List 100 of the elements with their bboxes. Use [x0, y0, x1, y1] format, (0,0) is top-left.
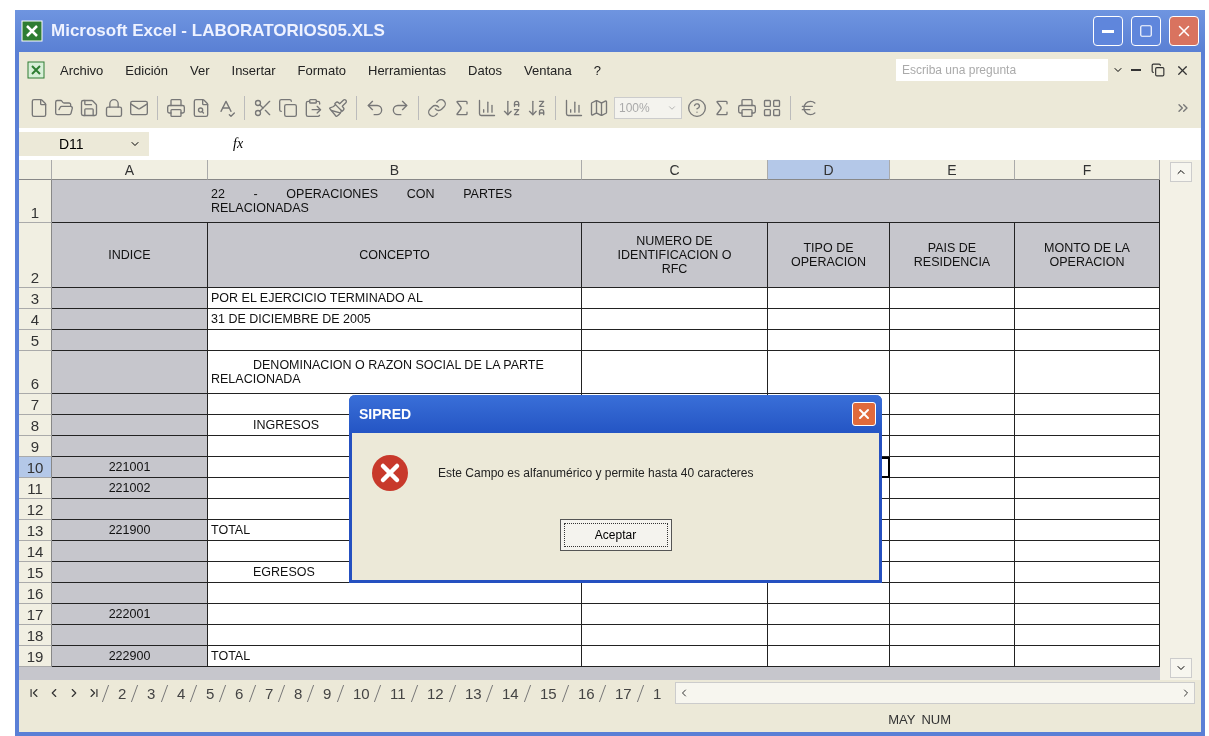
redo-icon[interactable] — [390, 98, 410, 118]
map-icon[interactable] — [589, 98, 609, 118]
table-cell: POR EL EJERCICIO TERMINADO AL — [208, 288, 582, 309]
table-cell: TOTAL — [208, 646, 582, 667]
minimize-button[interactable] — [1128, 69, 1144, 71]
printer-icon[interactable] — [166, 98, 186, 118]
undo-icon[interactable] — [365, 98, 385, 118]
row-header[interactable]: 19 — [19, 646, 52, 667]
row-header[interactable]: 4 — [19, 309, 52, 330]
table-cell: 221001 — [52, 457, 208, 478]
menu-item[interactable]: Ventana — [515, 60, 581, 80]
sheet-tab[interactable]: 7 — [248, 684, 283, 702]
table-cell: 221900 — [52, 520, 208, 541]
sheet-tab[interactable]: 15 — [524, 684, 566, 702]
close-icon — [856, 406, 872, 422]
column-header-cell: TIPO DE OPERACION — [768, 223, 890, 288]
restore-icon — [1151, 63, 1165, 77]
row-header[interactable]: 9 — [19, 436, 52, 457]
column-header[interactable]: B — [208, 160, 582, 180]
accept-button[interactable]: Aceptar — [559, 519, 672, 551]
paintbrush-icon[interactable] — [328, 98, 348, 118]
lock-icon[interactable] — [104, 98, 124, 118]
menu-item[interactable]: ? — [584, 60, 610, 80]
sheet-tab[interactable]: 3 — [131, 684, 165, 702]
question-field[interactable]: Escriba una pregunta — [896, 59, 1108, 81]
printer-icon[interactable] — [737, 98, 757, 118]
maximize-button[interactable] — [1131, 16, 1161, 46]
menu-item[interactable]: Herramientas — [359, 60, 456, 80]
window-title: Microsoft Excel - LABORATORIOS05.XLS — [51, 21, 386, 41]
sort-descending-icon[interactable] — [527, 98, 547, 118]
clipboard-icon[interactable] — [303, 98, 323, 118]
row-header[interactable]: 12 — [19, 499, 52, 520]
sheet-tab[interactable]: 9 — [307, 684, 341, 702]
row-header[interactable]: 18 — [19, 625, 52, 646]
sheet-tab[interactable]: 11 — [374, 684, 416, 702]
row-header[interactable]: 15 — [19, 562, 52, 583]
grid-icon[interactable] — [762, 98, 782, 118]
scroll-up-button[interactable] — [1169, 162, 1192, 182]
row-header[interactable]: 2 — [19, 223, 52, 288]
open-folder-icon[interactable] — [54, 98, 74, 118]
column-header[interactable]: A — [52, 160, 208, 180]
sheet-tab[interactable]: 13 — [448, 684, 491, 702]
app-icon — [21, 20, 43, 42]
sort-ascending-icon[interactable] — [502, 98, 522, 118]
error-icon — [370, 453, 410, 493]
row-header[interactable]: 16 — [19, 583, 52, 604]
column-header-cell: MONTO DE LA OPERACION — [1015, 223, 1160, 288]
vertical-scrollbar[interactable] — [1160, 160, 1201, 680]
save-icon[interactable] — [79, 98, 99, 118]
menu-item[interactable]: Edición — [116, 60, 177, 80]
name-box[interactable]: D11 — [19, 132, 149, 156]
link-icon[interactable] — [427, 98, 447, 118]
sheet-tab[interactable]: 17 — [599, 684, 642, 702]
column-header[interactable]: C — [582, 160, 768, 180]
table-cell: DENOMINACION O RAZON SOCIAL DE LA PARTE RELACIONADA — [208, 351, 582, 394]
chart-icon[interactable] — [477, 98, 497, 118]
row-header[interactable]: 7 — [19, 394, 52, 415]
sheet-tab[interactable]: 6 — [219, 684, 253, 702]
new-document-icon[interactable] — [29, 98, 49, 118]
function-label[interactable]: fx — [233, 136, 244, 152]
row-header[interactable]: 14 — [19, 541, 52, 562]
table-cell: 222900 — [52, 646, 208, 667]
chart-wizard-icon[interactable] — [564, 98, 584, 118]
column-header[interactable]: E — [890, 160, 1015, 180]
file-search-icon[interactable] — [191, 98, 211, 118]
sheet-tab[interactable]: 16 — [561, 684, 604, 702]
horizontal-scrollbar[interactable] — [675, 682, 1195, 704]
menu-item[interactable]: Formato — [288, 60, 355, 80]
status-indicator: NUM — [921, 711, 951, 727]
scroll-down-button[interactable] — [1169, 658, 1192, 678]
table-cell: 221002 — [52, 478, 208, 499]
column-header-cell: NUMERO DE IDENTIFICACION O RFC — [582, 223, 768, 288]
envelope-icon[interactable] — [129, 98, 149, 118]
sheet-tab[interactable]: 4 — [160, 684, 195, 702]
row-header[interactable]: 11 — [19, 478, 52, 499]
sheet-tab[interactable]: 12 — [410, 684, 453, 702]
sheet-tab[interactable]: 1 — [637, 684, 671, 702]
sheet-tab[interactable]: 14 — [486, 684, 529, 702]
menu-item[interactable]: Datos — [459, 60, 511, 80]
menu-item[interactable]: Archivo — [51, 60, 113, 80]
menu-item[interactable]: Insertar — [222, 60, 285, 80]
menu-item[interactable]: Ver — [181, 60, 219, 80]
row-header[interactable]: 17 — [19, 604, 52, 625]
row-header[interactable]: 1 — [19, 180, 52, 223]
row-header[interactable]: 6 — [19, 351, 52, 394]
row-header[interactable]: 8 — [19, 415, 52, 436]
sheet-tab[interactable]: 2 — [101, 684, 136, 702]
sheet-tab[interactable]: 10 — [336, 684, 379, 702]
row-header[interactable]: 10 — [19, 457, 52, 478]
scissors-icon[interactable] — [253, 98, 273, 118]
sheet-tab[interactable]: 8 — [277, 684, 312, 702]
column-header[interactable]: D — [768, 160, 890, 180]
column-header[interactable]: F — [1015, 160, 1160, 180]
row-header[interactable]: 13 — [19, 520, 52, 541]
row-header[interactable]: 3 — [19, 288, 52, 309]
select-all-corner[interactable] — [19, 160, 52, 180]
help-icon[interactable] — [687, 98, 707, 118]
sheet-tab[interactable]: 5 — [189, 684, 224, 702]
row-header[interactable]: 5 — [19, 330, 52, 351]
copy-icon[interactable] — [278, 98, 298, 118]
